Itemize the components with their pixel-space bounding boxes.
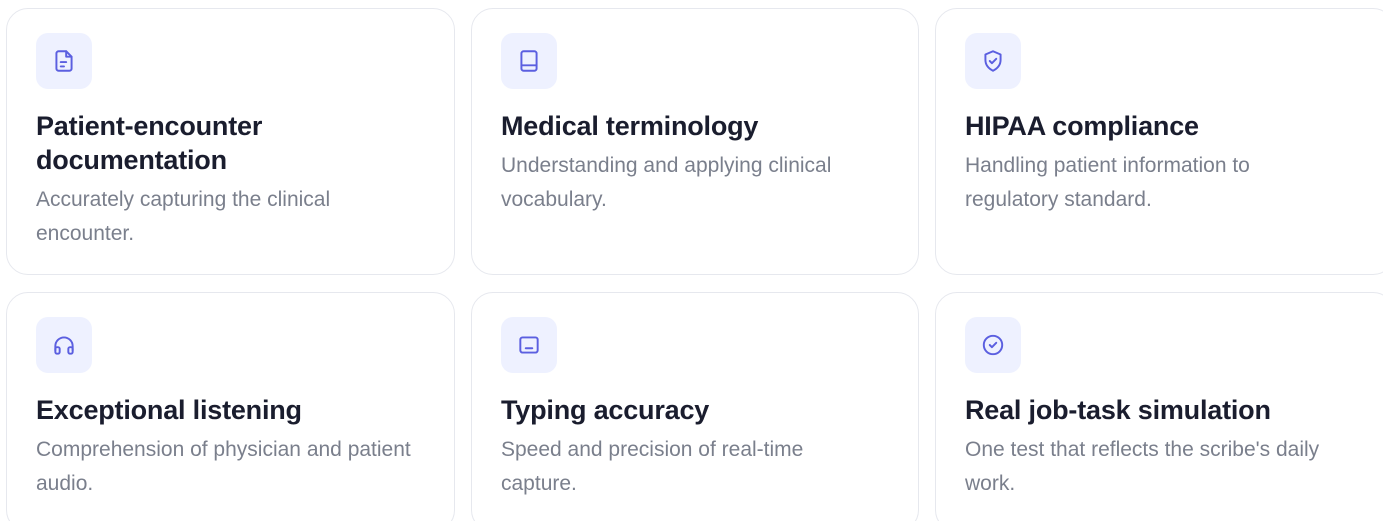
card-title: Patient-encounter documentation [36, 111, 263, 175]
card-title: Exceptional listening [36, 395, 302, 425]
document-icon [36, 33, 92, 89]
card-description: Comprehension of physician and patient a… [36, 438, 411, 495]
check-circle-icon [965, 317, 1021, 373]
skill-card-medical-terminology: Medical terminology Understanding and ap… [471, 8, 919, 275]
skill-card-exceptional-listening: Exceptional listening Comprehension of p… [6, 292, 455, 521]
card-title: Real job-task simulation [965, 395, 1271, 425]
card-description: Accurately capturing the clinical encoun… [36, 188, 331, 245]
card-description: Handling patient information to regulato… [965, 154, 1250, 211]
card-title: HIPAA compliance [965, 111, 1199, 141]
skill-card-real-job-task-simulation: Real job-task simulation One test that r… [935, 292, 1383, 521]
card-title: Typing accuracy [501, 395, 710, 425]
skill-card-patient-encounter-documentation: Patient-encounter documentation Accurate… [6, 8, 455, 275]
shield-check-icon [965, 33, 1021, 89]
card-description: One test that reflects the scribe's dail… [965, 438, 1320, 495]
skills-card-grid: Patient-encounter documentation Accurate… [0, 0, 1383, 521]
skill-card-typing-accuracy: Typing accuracy Speed and precision of r… [471, 292, 919, 521]
card-description: Speed and precision of real-time capture… [501, 438, 804, 495]
tablet-icon [501, 317, 557, 373]
card-description: Understanding and applying clinical voca… [501, 154, 832, 211]
card-title: Medical terminology [501, 111, 759, 141]
headphones-icon [36, 317, 92, 373]
skill-card-hipaa-compliance: HIPAA compliance Handling patient inform… [935, 8, 1383, 275]
book-icon [501, 33, 557, 89]
